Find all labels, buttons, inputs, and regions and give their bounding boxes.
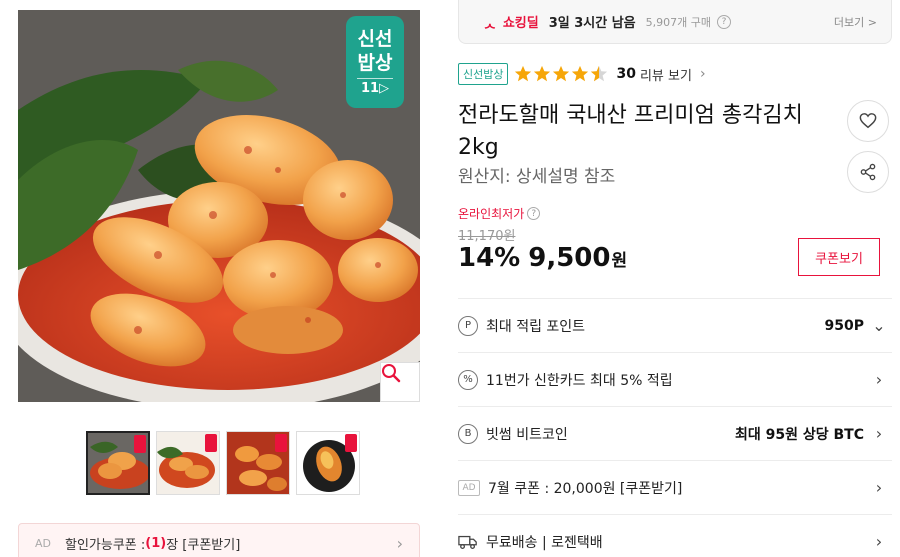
star-full-icon [553,65,570,82]
chevron-right-icon: › [699,66,706,82]
thumbnail-2[interactable] [156,431,220,495]
shocking-deal-banner[interactable]: ᆺ 쇼킹딜 3일 3시간 남음 5,907개 구매 ? 더보기 > [458,0,892,44]
review-count[interactable]: 30 [616,66,635,82]
star-full-icon [534,65,551,82]
badge-line-2: 밥상 [357,52,393,74]
benefit-label: 무료배송 | 로젠택배 [486,534,603,551]
benefit-list: P 최대 적립 포인트 950P ⌄ % 11번가 신한카드 최대 5% 적립 … [458,298,892,557]
magnifier-icon [382,364,401,383]
available-coupon-bar[interactable]: AD 할인가능쿠폰 : (1) 장 [쿠폰받기] › [18,523,420,557]
product-title: 전라도할매 국내산 프리미엄 총각김치 2kg [458,103,803,160]
benefit-value: 950P [824,317,864,334]
sale-price-row: 14% 9,500 원 [458,243,627,273]
star-full-icon [515,65,532,82]
product-main-image[interactable]: 신선 밥상 11▷ [18,10,420,402]
benefit-label: 최대 적립 포인트 [486,318,586,335]
lowest-price-label: 온라인최저가 ? [458,205,541,222]
fresh-meal-tag: 신선밥상 [458,63,509,85]
thumbnail-1[interactable] [86,431,150,495]
benefit-shinhan-card[interactable]: % 11번가 신한카드 최대 5% 적립 › [458,352,892,406]
deal-name: 쇼킹딜 [502,16,539,31]
heart-icon [859,113,877,129]
coupon-bar-label: 할인가능쿠폰 : [65,537,146,553]
chevron-right-icon: › [396,533,403,553]
original-price: 11,170원 [458,229,516,244]
thumbnail-3[interactable] [226,431,290,495]
rating-row: 신선밥상 30 리뷰 보기 › [458,62,706,86]
badge-line-1: 신선 [357,28,393,50]
help-icon[interactable]: ? [527,207,541,220]
share-button[interactable] [847,151,889,193]
coupon-bar-suffix: 장 [쿠폰받기] [166,537,241,553]
chevron-down-icon: ⌄ [872,316,886,335]
chevron-right-icon: › [875,370,883,389]
bitcoin-icon: B [458,423,478,444]
discount-rate: 14% [458,243,521,273]
fresh-meal-badge: 신선 밥상 11▷ [346,16,404,108]
star-half-icon [591,65,608,82]
sale-price: 9,500 [528,243,611,273]
chevron-right-icon: › [875,424,883,443]
benefit-label: 11번가 신한카드 최대 5% 적립 [486,372,673,389]
point-icon: P [458,315,478,336]
percent-icon: % [458,369,478,390]
chevron-right-icon: › [875,478,883,497]
chevron-right-icon: › [875,532,883,551]
coupon-bar-count: (1) [145,535,167,551]
thumbnail-strip [86,431,360,495]
product-origin: 원산지: 상세설명 참조 [458,167,616,187]
thumbnail-4[interactable] [296,431,360,495]
benefit-free-shipping[interactable]: 무료배송 | 로젠택배 › [458,514,892,557]
review-link[interactable]: 리뷰 보기 [640,65,692,84]
deal-bought-count: 5,907개 구매 [645,15,712,29]
badge-brand: 11▷ [360,81,390,96]
star-full-icon [572,65,589,82]
deal-more-link[interactable]: 더보기 > [834,14,877,30]
ad-label: AD [35,536,51,550]
benefit-label: 빗썸 비트코인 [486,426,568,443]
product-info-panel: ᆺ 쇼킹딜 3일 3시간 남음 5,907개 구매 ? 더보기 > 신선밥상 3… [458,0,892,557]
shocking-deal-logo-icon: ᆺ [483,13,497,31]
benefit-july-coupon[interactable]: AD 7월 쿠폰 : 20,000원 [쿠폰받기] › [458,460,892,514]
zoom-button[interactable] [380,362,420,402]
currency-unit: 원 [611,251,628,271]
wishlist-button[interactable] [847,100,889,142]
benefit-value: 최대 95원 상당 BTC [735,426,864,443]
ad-icon: AD [458,479,480,496]
lowest-price-text: 온라인최저가 [458,207,525,221]
benefit-max-points[interactable]: P 최대 적립 포인트 950P ⌄ [458,298,892,352]
share-icon [860,163,876,181]
star-rating [514,65,608,83]
view-coupon-button[interactable]: 쿠폰보기 [798,238,880,276]
truck-icon [458,532,478,552]
benefit-bithumb-bitcoin[interactable]: B 빗썸 비트코인 최대 95원 상당 BTC › [458,406,892,460]
deal-time-left: 3일 3시간 남음 [548,16,636,31]
help-icon[interactable]: ? [717,14,732,29]
benefit-label: 7월 쿠폰 : 20,000원 [쿠폰받기] [488,480,683,497]
